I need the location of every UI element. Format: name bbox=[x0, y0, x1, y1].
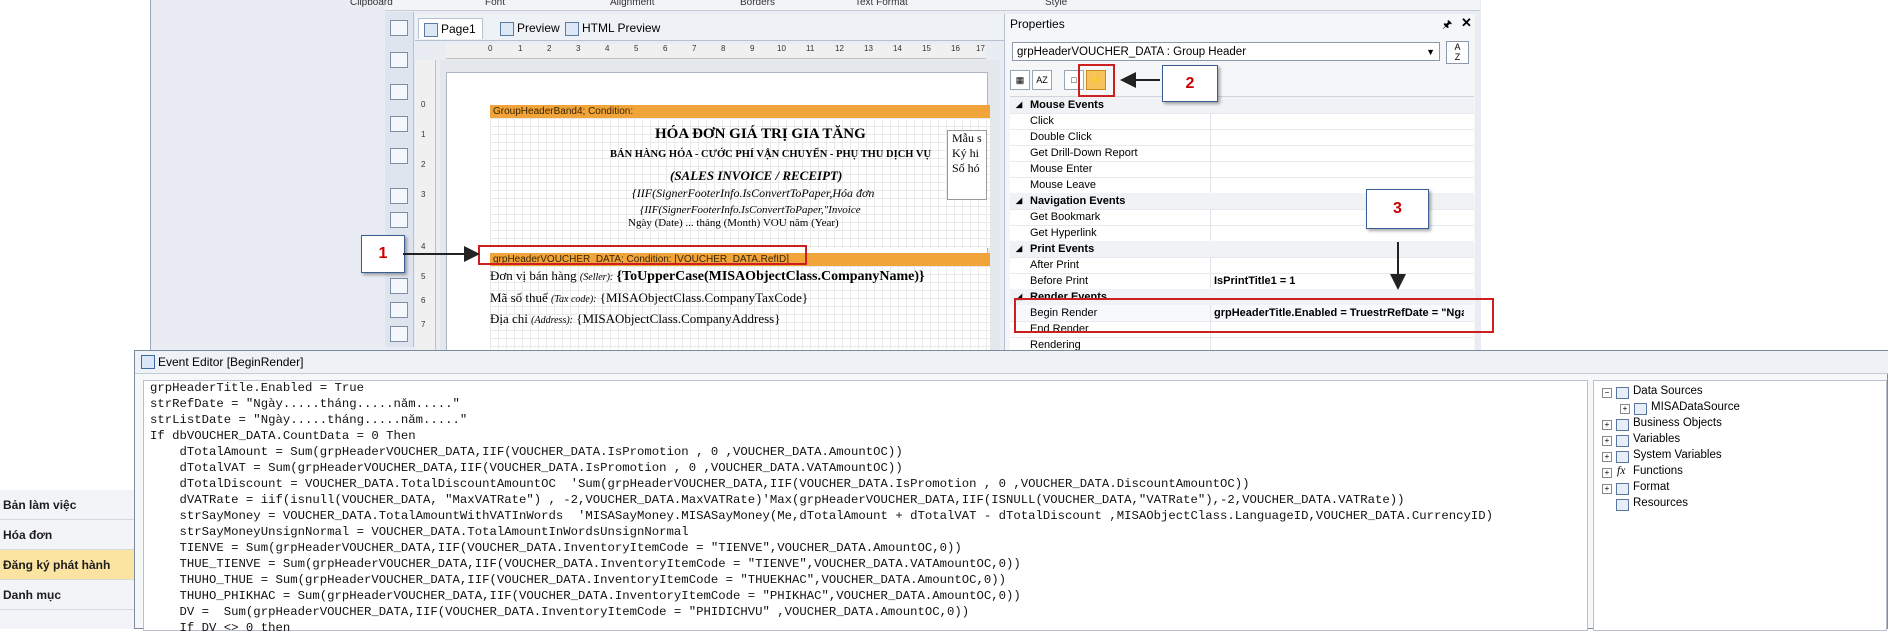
tree-node-functions[interactable]: + fx Functions bbox=[1602, 465, 1683, 478]
code-line[interactable]: dTotalVAT = Sum(grpHeaderVOUCHER_DATA,II… bbox=[150, 461, 903, 477]
sidebar-item-workspace[interactable]: Bản làm việc bbox=[0, 490, 135, 520]
datasource-icon bbox=[1634, 403, 1647, 415]
code-line-highlighted[interactable]: THUHO_PHIKHAC = Sum(grpHeaderVOUCHER_DAT… bbox=[150, 589, 1021, 605]
sidebar-item-issuance-registration[interactable]: Đăng ký phát hành bbox=[0, 550, 135, 580]
code-line[interactable]: strSayMoney = VOUCHER_DATA.TotalAmountWi… bbox=[150, 509, 1494, 525]
app-sidebar: Bản làm việc Hóa đơn Đăng ký phát hành D… bbox=[0, 490, 136, 629]
code-line-highlighted[interactable]: THUE_TIENVE = Sum(grpHeaderVOUCHER_DATA,… bbox=[150, 557, 1021, 573]
collapse-icon[interactable]: − bbox=[1602, 388, 1612, 398]
code-line[interactable]: dVATRate = iif(isnull(VOUCHER_DATA, "Max… bbox=[150, 493, 1405, 509]
expand-icon[interactable]: + bbox=[1602, 452, 1612, 462]
business-object-icon bbox=[1616, 419, 1629, 431]
tree-node-resources[interactable]: Resources bbox=[1602, 497, 1688, 511]
tree-node-system-variables[interactable]: + System Variables bbox=[1602, 449, 1722, 463]
code-line-highlighted[interactable]: THUHO_THUE = Sum(grpHeaderVOUCHER_DATA,I… bbox=[150, 573, 1007, 589]
tree-node-misadatasource[interactable]: + MISADataSource bbox=[1620, 401, 1740, 415]
resources-icon bbox=[1616, 499, 1629, 511]
format-icon bbox=[1616, 483, 1629, 495]
event-editor-titlebar[interactable] bbox=[135, 351, 1888, 374]
code-line[interactable]: If dbVOUCHER_DATA.CountData = 0 Then bbox=[150, 429, 416, 445]
tree-node-variables[interactable]: + Variables bbox=[1602, 433, 1680, 447]
tree-label: MISADataSource bbox=[1651, 401, 1740, 413]
expand-icon[interactable]: + bbox=[1602, 420, 1612, 430]
tree-label: Format bbox=[1633, 481, 1670, 493]
sidebar-item-catalog[interactable]: Danh mục bbox=[0, 580, 135, 610]
tree-node-business-objects[interactable]: + Business Objects bbox=[1602, 417, 1722, 431]
tree-label: Business Objects bbox=[1633, 417, 1722, 429]
tree-node-format[interactable]: + Format bbox=[1602, 481, 1669, 495]
function-icon: fx bbox=[1617, 465, 1626, 477]
code-line[interactable]: strSayMoneyUnsignNormal = VOUCHER_DATA.T… bbox=[150, 525, 689, 541]
database-icon bbox=[1616, 387, 1629, 399]
code-line-highlighted[interactable]: DV = Sum(grpHeaderVOUCHER_DATA,IIF(VOUCH… bbox=[150, 605, 970, 621]
dictionary-tree: − Data Sources + MISADataSource + Busine… bbox=[1593, 380, 1887, 631]
tree-node-data-sources[interactable]: − Data Sources bbox=[1602, 385, 1703, 399]
tree-label: Variables bbox=[1633, 433, 1681, 445]
variable-icon bbox=[1616, 435, 1629, 447]
code-line[interactable]: strRefDate = "Ngày.....tháng.....năm....… bbox=[150, 397, 460, 413]
event-editor-title: Event Editor [BeginRender] bbox=[158, 355, 304, 369]
expand-icon[interactable]: + bbox=[1620, 404, 1630, 414]
expand-icon[interactable]: + bbox=[1602, 436, 1612, 446]
code-line[interactable]: dTotalDiscount = VOUCHER_DATA.TotalDisco… bbox=[150, 477, 1250, 493]
tree-label: System Variables bbox=[1633, 449, 1722, 461]
expand-icon[interactable]: + bbox=[1602, 468, 1612, 478]
expand-icon[interactable]: + bbox=[1602, 484, 1612, 494]
code-line[interactable]: grpHeaderTitle.Enabled = True bbox=[150, 381, 364, 397]
code-line[interactable]: dTotalAmount = Sum(grpHeaderVOUCHER_DATA… bbox=[150, 445, 903, 461]
editor-window-icon bbox=[141, 355, 155, 369]
code-line-highlighted[interactable]: TIENVE = Sum(grpHeaderVOUCHER_DATA,IIF(V… bbox=[150, 541, 962, 557]
code-line[interactable]: strListDate = "Ngày.....tháng.....năm...… bbox=[150, 413, 467, 429]
tree-label: Resources bbox=[1633, 497, 1688, 509]
system-variable-icon bbox=[1616, 451, 1629, 463]
tree-label: Data Sources bbox=[1633, 385, 1703, 397]
sidebar-item-invoice[interactable]: Hóa đơn bbox=[0, 520, 135, 550]
tree-label: Functions bbox=[1633, 465, 1683, 477]
